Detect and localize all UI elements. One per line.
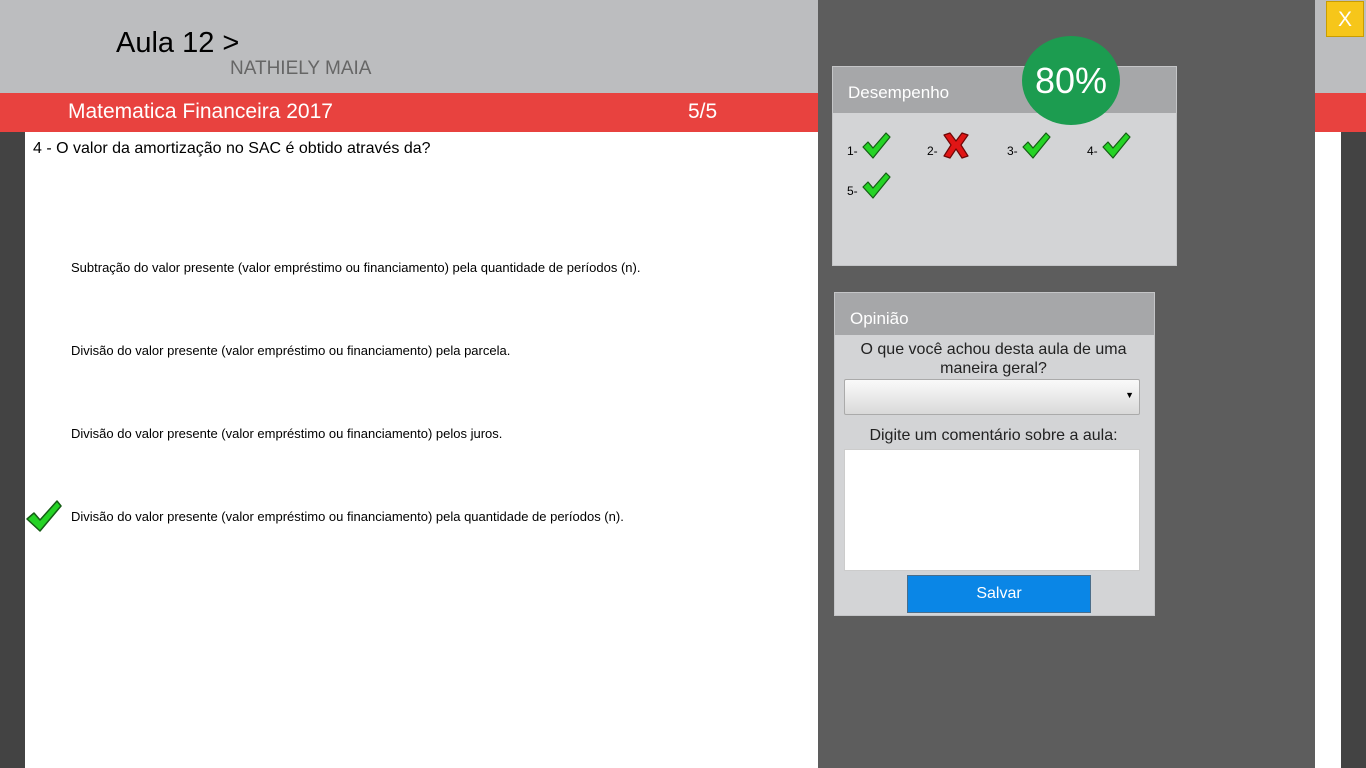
answer-option-1[interactable]: Subtração do valor presente (valor empré… bbox=[71, 260, 640, 275]
performance-title: Desempenho bbox=[848, 83, 950, 102]
answer-option-4[interactable]: Divisão do valor presente (valor emprést… bbox=[71, 509, 624, 524]
result-item-4: 4- bbox=[1087, 132, 1131, 159]
student-name: NATHIELY MAIA bbox=[230, 58, 372, 79]
result-item-5: 5- bbox=[847, 172, 891, 199]
course-title: Matematica Financeira 2017 bbox=[68, 100, 333, 123]
performance-panel: Desempenho 1- 2- 3- 4- 5- bbox=[832, 66, 1177, 266]
comment-label: Digite um comentário sobre a aula: bbox=[869, 427, 1118, 444]
check-icon bbox=[1022, 132, 1051, 159]
answer-option-2[interactable]: Divisão do valor presente (valor emprést… bbox=[71, 343, 510, 358]
check-icon bbox=[26, 500, 62, 532]
side-strip bbox=[1315, 132, 1341, 768]
result-label: 2- bbox=[927, 144, 938, 158]
caret-down-icon: ▼ bbox=[1125, 390, 1134, 400]
save-button[interactable]: Salvar bbox=[906, 574, 1092, 614]
result-label: 3- bbox=[1007, 144, 1018, 158]
result-item-1: 1- bbox=[847, 132, 891, 159]
result-item-3: 3- bbox=[1007, 132, 1051, 159]
result-label: 1- bbox=[847, 144, 858, 158]
rating-select[interactable]: ▼ bbox=[844, 379, 1140, 415]
question-progress: 5/5 bbox=[688, 100, 718, 123]
check-icon bbox=[1102, 132, 1131, 159]
opinion-title: Opinião bbox=[850, 309, 909, 328]
opinion-panel: Opinião O que você achou desta aula de u… bbox=[834, 292, 1155, 616]
result-item-2: 2- bbox=[927, 132, 969, 159]
score-badge: 80% bbox=[1022, 36, 1120, 125]
lesson-title[interactable]: Aula 12 > bbox=[116, 27, 239, 60]
result-label: 5- bbox=[847, 184, 858, 198]
comment-field[interactable] bbox=[844, 449, 1140, 571]
question-text: 4 - O valor da amortização no SAC é obti… bbox=[33, 140, 431, 157]
opinion-question: O que você achou desta aula de uma manei… bbox=[860, 341, 1127, 377]
close-button[interactable]: X bbox=[1326, 1, 1364, 37]
question-panel: 4 - O valor da amortização no SAC é obti… bbox=[25, 132, 818, 768]
answer-option-3[interactable]: Divisão do valor presente (valor emprést… bbox=[71, 426, 502, 441]
result-label: 4- bbox=[1087, 144, 1098, 158]
check-icon bbox=[862, 132, 891, 159]
check-icon bbox=[862, 172, 891, 199]
cross-icon bbox=[943, 132, 969, 159]
